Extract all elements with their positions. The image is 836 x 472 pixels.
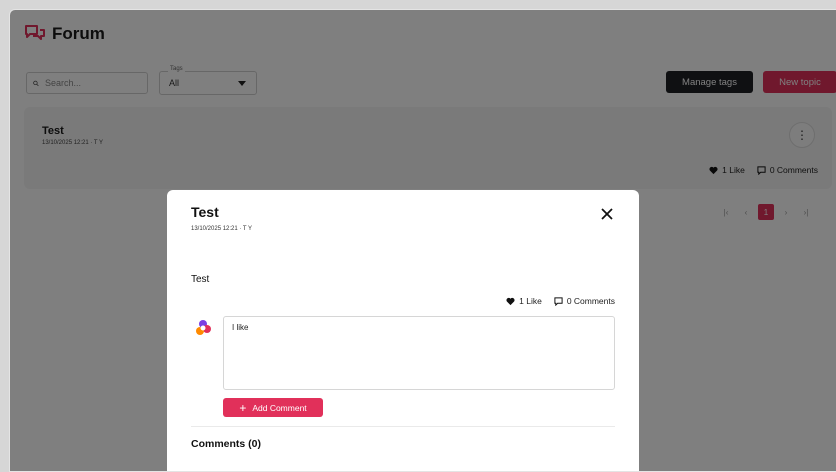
modal-stats: 1 Like 0 Comments [506,296,615,306]
modal-comment-stat: 0 Comments [554,296,615,306]
close-button[interactable] [597,204,617,224]
modal-title: Test [191,204,219,220]
modal-meta: 13/10/2025 12:21 · T Y [191,226,253,232]
modal-like-stat[interactable]: 1 Like [506,296,542,306]
add-comment-button[interactable]: + Add Comment [223,398,323,417]
close-icon [601,208,613,220]
avatar [196,320,211,335]
add-comment-label: Add Comment [252,402,307,413]
topic-body: Test [191,274,210,285]
comment-input[interactable]: I like [223,316,615,390]
app-window: Forum Tags All Manage tags New topic Tes… [9,9,836,472]
modal-comment-count: 0 Comments [566,296,615,306]
modal-like-count: 1 Like [519,296,542,306]
comments-heading: Comments (0) [191,438,262,450]
heart-icon [506,297,515,305]
divider [191,426,615,427]
plus-icon: + [239,400,247,415]
topic-modal: Test 13/10/2025 12:21 · T Y Test 1 Like … [167,190,639,471]
comment-icon [554,296,563,306]
